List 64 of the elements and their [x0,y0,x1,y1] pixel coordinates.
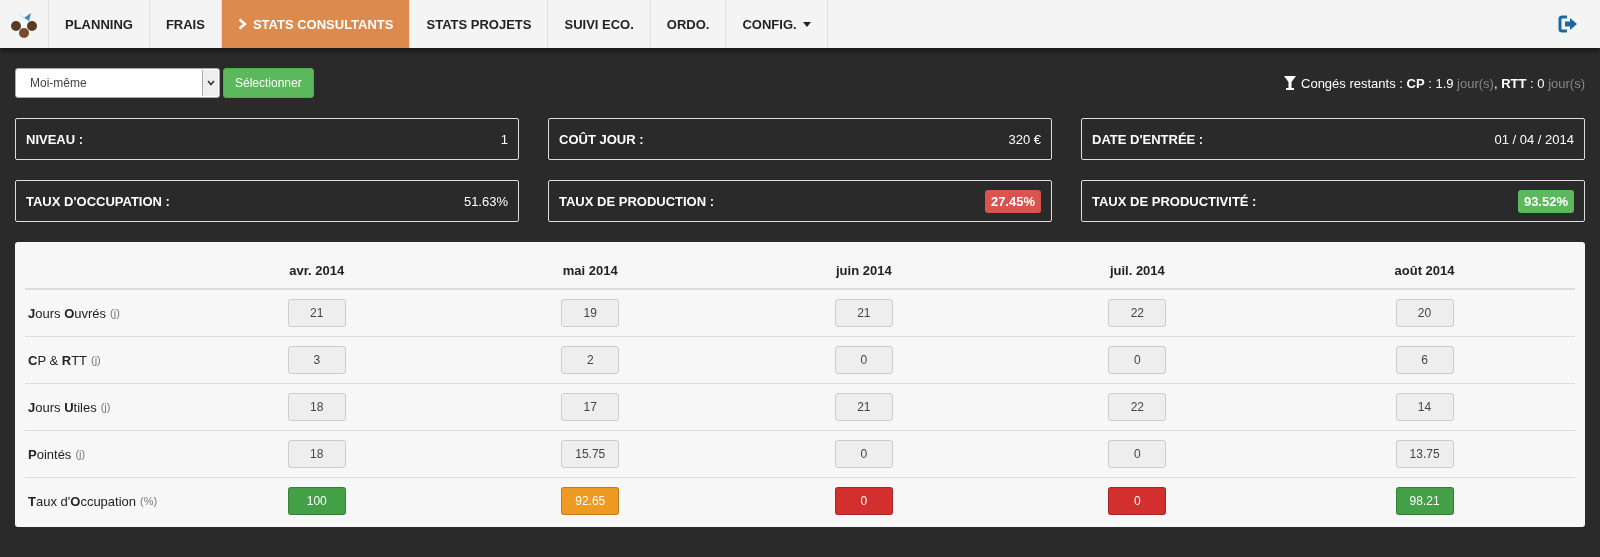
value-cell: 0 [834,346,893,374]
value-cell: 22 [1108,393,1167,421]
stat-value: 51.63% [463,193,508,209]
stat-label: NIVEAU : [26,131,84,147]
nav-tab[interactable]: PLANNING [49,0,150,48]
value-cell: 14 [1395,393,1454,421]
nav-tab[interactable]: CONFIG. [726,0,828,48]
stat-label: TAUX D'OCCUPATION : [26,193,170,209]
unit-label: (j) [91,354,101,366]
column-header: avr. 2014 [289,262,345,278]
stat-badge: 93.52% [1517,189,1574,213]
nav-tab[interactable]: STATS PROJETS [410,0,549,48]
value-cell: 18 [287,440,346,468]
value-cell: 20 [1395,299,1454,327]
leave-summary: Congés restants : CP : 1.9 jour(s), RTT : 0 jour(s) [1301,75,1585,91]
stat-label: TAUX DE PRODUCTIVITÉ : [1092,193,1257,209]
nav-tab[interactable]: SUIVI ECO. [548,0,651,48]
value-cell: 6 [1395,346,1454,374]
column-header: juil. 2014 [1109,262,1165,278]
row-label: CP & RTT [28,352,87,368]
value-cell: 2 [561,346,620,374]
row-label: Taux d'Occupation [28,493,137,509]
logout-icon[interactable] [1558,15,1578,33]
value-cell: 0 [1108,487,1167,515]
value-cell: 21 [834,299,893,327]
value-cell: 100 [287,487,346,515]
chevron-down-icon [206,80,215,86]
column-header: août 2014 [1394,262,1455,278]
value-cell: 22 [1108,299,1167,327]
value-cell: 98.21 [1395,487,1454,515]
stat-badge: 27.45% [984,189,1041,213]
consultant-select[interactable]: Moi-même [15,68,220,98]
value-cell: 15.75 [561,440,620,468]
value-cell: 0 [834,487,893,515]
nav-tab[interactable]: FRAIS [149,0,222,48]
value-cell: 18 [287,393,346,421]
stat-label: TAUX DE PRODUCTION : [559,193,715,209]
filter-icon [1284,76,1296,90]
value-cell: 0 [1108,440,1167,468]
value-cell: 17 [561,393,620,421]
row-label: Pointés [28,446,72,462]
stat-value: 01 / 04 / 2014 [1494,131,1574,147]
stat-label: COÛT JOUR : [559,131,644,147]
stat-value: 1 [500,131,508,147]
unit-label: (%) [140,495,158,507]
value-cell: 0 [1108,346,1167,374]
value-cell: 13.75 [1395,440,1454,468]
value-cell: 92.65 [561,487,620,515]
value-cell: 0 [834,440,893,468]
nav-tab[interactable]: ORDO. [650,0,727,48]
value-cell: 21 [834,393,893,421]
chevron-icon [237,18,247,30]
stat-value: 320 € [1008,131,1041,147]
value-cell: 21 [287,299,346,327]
column-header: juin 2014 [836,262,892,278]
row-label: Jours Utiles [28,399,97,415]
value-cell: 19 [561,299,620,327]
unit-label: (j) [75,448,86,460]
unit-label: (j) [100,401,111,413]
stat-label: DATE D'ENTRÉE : [1092,131,1204,147]
unit-label: (j) [110,307,120,319]
column-header: mai 2014 [562,262,618,278]
value-cell: 3 [287,346,346,374]
row-label: Jours Ouvrés [28,305,107,321]
